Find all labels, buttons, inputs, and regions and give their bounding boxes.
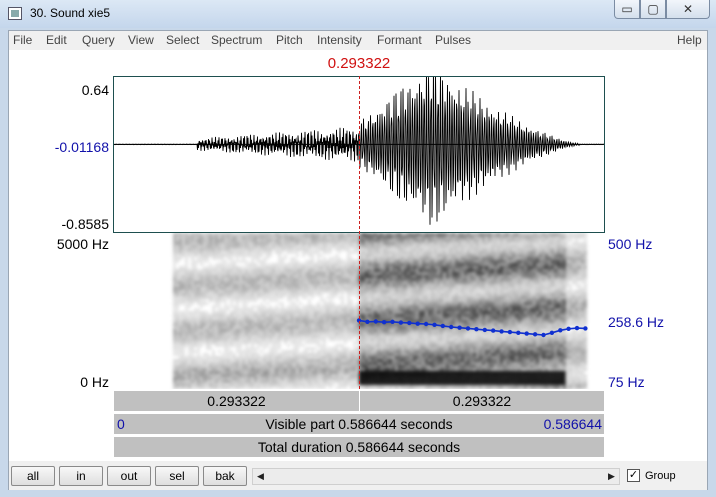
pitch-point	[541, 332, 546, 338]
scroll-right-icon[interactable]: ▶	[604, 469, 619, 484]
cursor-time-label: 0.293322	[327, 55, 391, 72]
pitch-point	[373, 319, 378, 324]
pitch-point	[532, 332, 538, 337]
group-toggle[interactable]: ✓ Group	[627, 469, 676, 482]
pitch-point	[440, 323, 445, 329]
scroll-left-icon[interactable]: ◀	[253, 469, 268, 484]
menu-spectrum[interactable]: Spectrum	[211, 33, 262, 47]
pitch-max-label: 500 Hz	[608, 236, 653, 252]
zoom-all-button[interactable]: all	[11, 466, 55, 486]
pitch-point	[407, 320, 412, 326]
pitch-point	[558, 328, 563, 333]
sound-editor-canvas[interactable]: 0.293322 0.64 -0.01168 -0.8585 5000 Hz 0…	[9, 50, 707, 461]
visible-part-text: Visible part 0.586644 seconds	[265, 416, 453, 432]
menu-pulses[interactable]: Pulses	[435, 33, 471, 47]
waveform-baseline-label: -0.01168	[54, 139, 109, 155]
group-checkbox[interactable]: ✓	[627, 469, 640, 482]
window-title: 30. Sound xie5	[30, 6, 111, 20]
menu-help[interactable]: Help	[677, 33, 702, 47]
selection-time-bar[interactable]: 0.293322 0.293322	[113, 390, 605, 412]
menu-edit[interactable]: Edit	[46, 33, 67, 47]
horizontal-scrollbar[interactable]: ◀ ▶	[252, 468, 620, 485]
right-part-time[interactable]: 0.293322	[360, 391, 604, 411]
menu-query[interactable]: Query	[82, 33, 115, 47]
pitch-point	[566, 326, 571, 331]
menu-pitch[interactable]: Pitch	[276, 33, 303, 47]
pitch-point	[524, 331, 529, 336]
spectrogram-texture	[173, 233, 587, 389]
maximize-icon: ▢	[647, 2, 659, 16]
minimize-button[interactable]: ▭	[614, 0, 640, 19]
menu-intensity[interactable]: Intensity	[317, 33, 362, 47]
visible-start-time: 0	[117, 416, 125, 432]
pitch-point	[507, 329, 513, 335]
cursor-line	[359, 76, 360, 389]
pitch-point	[549, 330, 555, 335]
pitch-point	[583, 326, 588, 331]
close-button[interactable]: ✕	[666, 0, 710, 19]
pitch-point	[449, 324, 454, 330]
pitch-point	[365, 319, 370, 324]
zoom-out-button[interactable]: out	[107, 466, 151, 486]
pitch-point	[432, 322, 437, 327]
freq-max-label: 5000 Hz	[56, 236, 109, 252]
zoom-back-button[interactable]: bak	[203, 466, 247, 486]
waveform-max-label: 0.64	[81, 82, 109, 98]
pitch-point	[465, 326, 471, 331]
pitch-point	[390, 319, 395, 324]
pitch-point	[415, 321, 420, 326]
menu-file[interactable]: File	[13, 33, 32, 47]
praat-app-icon	[8, 7, 22, 20]
pitch-point	[398, 320, 404, 325]
total-duration-bar[interactable]: Total duration 0.586644 seconds	[113, 436, 605, 458]
total-duration-text: Total duration 0.586644 seconds	[257, 439, 461, 455]
pitch-point	[574, 325, 580, 331]
bottom-toolbar: all in out sel bak ◀ ▶ ✓ Group	[9, 462, 707, 490]
menu-bar: File Edit Query View Select Spectrum Pit…	[9, 31, 707, 49]
pitch-point	[499, 329, 504, 334]
zoom-in-button[interactable]: in	[59, 466, 103, 486]
pitch-point	[516, 330, 521, 335]
menu-formant[interactable]: Formant	[377, 33, 422, 47]
pitch-point	[457, 325, 462, 330]
low-frequency-energy	[358, 371, 566, 385]
pitch-point	[381, 320, 387, 325]
left-part-time[interactable]: 0.293322	[114, 391, 359, 411]
pitch-point	[482, 327, 487, 333]
close-icon: ✕	[682, 2, 694, 16]
freq-min-label: 0 Hz	[80, 374, 109, 390]
pitch-point	[474, 327, 479, 332]
pitch-point	[491, 328, 496, 333]
menu-select[interactable]: Select	[166, 33, 199, 47]
visible-end-time: 0.586644	[543, 416, 602, 432]
minimize-icon: ▭	[621, 2, 633, 16]
group-label: Group	[645, 469, 676, 482]
waveform-min-label: -0.8585	[61, 216, 109, 232]
maximize-button[interactable]: ▢	[640, 0, 666, 19]
pitch-point	[423, 321, 429, 327]
editor-window: File Edit Query View Select Spectrum Pit…	[8, 30, 708, 490]
title-bar[interactable]: 30. Sound xie5 ▭ ▢ ✕	[0, 0, 716, 28]
pitch-min-label: 75 Hz	[608, 374, 645, 390]
visible-part-bar[interactable]: Visible part 0.586644 seconds 0 0.586644	[113, 413, 605, 435]
zoom-selection-button[interactable]: sel	[155, 466, 199, 486]
pitch-mid-label: 258.6 Hz	[608, 314, 665, 330]
menu-view[interactable]: View	[128, 33, 154, 47]
